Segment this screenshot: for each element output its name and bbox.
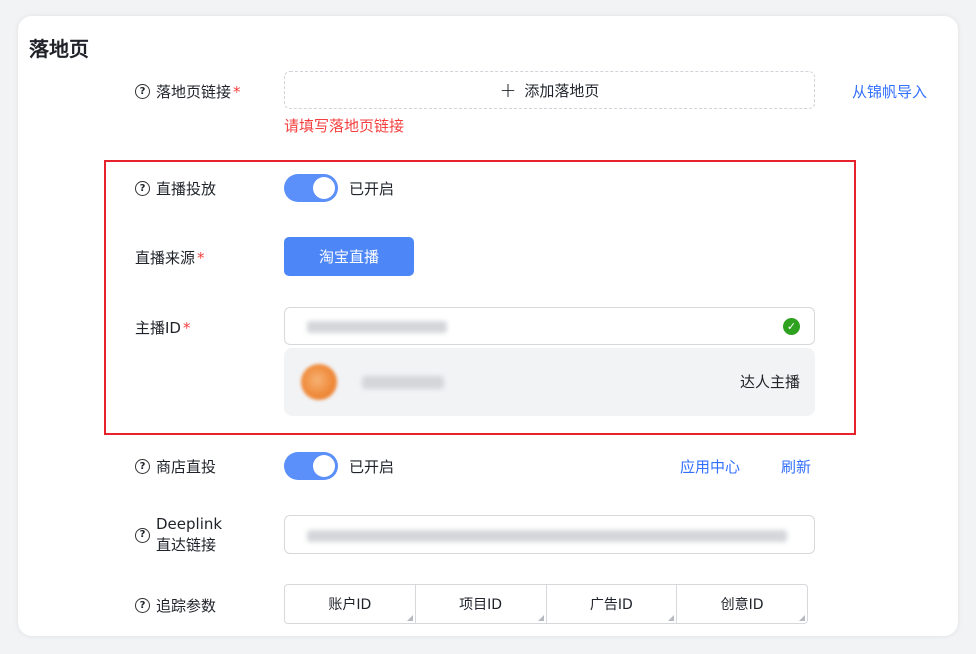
import-from-jinfan-link[interactable]: 从锦帆导入: [852, 81, 927, 102]
param-account-id[interactable]: 账户ID: [285, 585, 416, 623]
tracking-label-row: ? 追踪参数: [135, 595, 216, 616]
help-icon[interactable]: ?: [135, 181, 150, 196]
help-icon[interactable]: ?: [135, 598, 150, 613]
redacted-value: [307, 321, 447, 333]
help-icon[interactable]: ?: [135, 527, 150, 543]
anchor-result-item[interactable]: 达人主播: [284, 348, 815, 416]
app-center-link[interactable]: 应用中心: [680, 456, 740, 477]
redacted-deeplink: [307, 530, 787, 542]
deeplink-label-line2: 直达链接: [156, 536, 217, 554]
resize-handle-icon: [668, 615, 675, 621]
store-delivery-label: 商店直投: [156, 458, 217, 476]
store-delivery-toggle-state: 已开启: [349, 458, 395, 476]
toggle-knob: [313, 177, 335, 199]
section-title: 落地页: [29, 37, 89, 61]
landing-page-error: 请填写落地页链接: [284, 117, 405, 135]
live-delivery-toggle-state: 已开启: [349, 180, 395, 198]
live-delivery-label-row: ? 直播投放: [135, 178, 216, 199]
landing-page-label-row: ? 落地页链接 *: [135, 81, 241, 102]
toggle-knob: [313, 455, 335, 477]
help-icon[interactable]: ?: [135, 459, 150, 474]
refresh-link[interactable]: 刷新: [781, 456, 811, 477]
taobao-live-button[interactable]: 淘宝直播: [284, 237, 414, 276]
add-landing-page-label: 添加落地页: [524, 81, 600, 100]
landing-page-label: 落地页链接: [156, 83, 232, 101]
live-source-label-row: 直播来源 *: [135, 247, 205, 268]
store-delivery-label-row: ? 商店直投: [135, 456, 216, 477]
avatar: [301, 364, 337, 400]
check-icon: ✓: [783, 318, 800, 335]
deeplink-label-line1: Deeplink: [156, 515, 223, 533]
add-landing-page-button[interactable]: + 添加落地页: [284, 71, 815, 109]
param-label: 账户ID: [328, 597, 372, 613]
required-mark: *: [197, 248, 205, 267]
plus-icon: +: [499, 78, 517, 102]
required-mark: *: [233, 82, 241, 101]
tracking-label: 追踪参数: [156, 597, 217, 615]
anchor-id-label: 主播ID: [135, 319, 181, 337]
anchor-type: 达人主播: [739, 373, 800, 391]
help-icon[interactable]: ?: [135, 84, 150, 99]
store-delivery-toggle[interactable]: [284, 452, 338, 480]
param-ad-id[interactable]: 广告ID: [547, 585, 678, 623]
param-project-id[interactable]: 项目ID: [416, 585, 547, 623]
deeplink-input[interactable]: [284, 515, 815, 554]
anchor-id-input[interactable]: ✓: [284, 307, 815, 345]
resize-handle-icon: [537, 615, 544, 621]
param-label: 创意ID: [720, 597, 764, 613]
live-delivery-label: 直播投放: [156, 180, 217, 198]
deeplink-label-row: ? Deeplink 直达链接: [135, 514, 222, 556]
live-source-label: 直播来源: [135, 249, 196, 267]
resize-handle-icon: [406, 615, 413, 621]
resize-handle-icon: [799, 615, 805, 621]
param-label: 广告ID: [589, 597, 633, 613]
tracking-params-table: 账户ID 项目ID 广告ID 创意ID: [284, 584, 808, 624]
anchor-id-label-row: 主播ID *: [135, 317, 190, 338]
param-label: 项目ID: [459, 597, 503, 613]
required-mark: *: [182, 318, 191, 337]
redacted-anchor-name: [362, 376, 444, 389]
param-creative-id[interactable]: 创意ID: [677, 585, 807, 623]
live-delivery-toggle[interactable]: [284, 174, 338, 202]
